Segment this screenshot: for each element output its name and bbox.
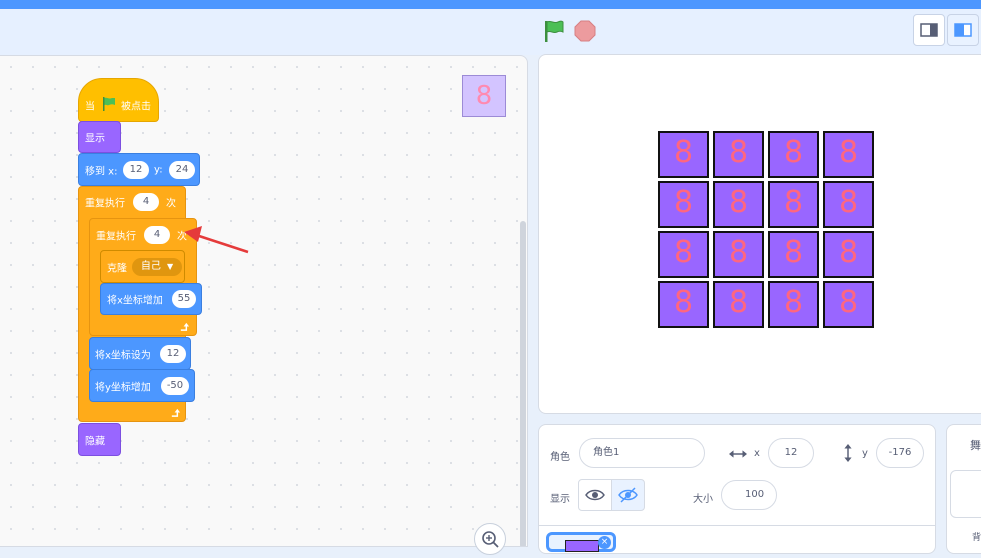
goto-y-input[interactable]: 24: [169, 160, 195, 179]
backdrop-label: 背: [972, 533, 981, 543]
stage-clone-cell: 8: [713, 181, 764, 228]
stage-clone-cell: 8: [768, 231, 819, 278]
sprite-list-thumbnail: [565, 540, 599, 552]
show-sprite-button[interactable]: [578, 479, 612, 511]
stage-clone-cell: 8: [768, 281, 819, 328]
x-position-icon: [729, 450, 747, 458]
size-field[interactable]: 100: [721, 480, 777, 510]
set-x-label: 将x坐标设为: [95, 350, 151, 361]
delete-sprite-button[interactable]: ×: [598, 536, 611, 549]
goto-label: 移到 x:: [85, 166, 118, 177]
show-block[interactable]: 显示: [78, 121, 121, 153]
goto-xy-block[interactable]: 移到 x: 12 y: 24: [78, 153, 200, 186]
when-flag-clicked-block[interactable]: 当 被点击: [78, 78, 159, 122]
green-flag-icon[interactable]: [542, 19, 566, 43]
create-clone-block[interactable]: 克隆 自己 ▼: [100, 250, 185, 283]
loop-arrow-icon: [171, 408, 181, 417]
goto-x-input[interactable]: 12: [123, 160, 149, 179]
repeat-inner-count[interactable]: 4: [144, 226, 170, 244]
repeat-outer-label: 重复执行: [85, 198, 125, 210]
repeat-inner-label: 重复执行: [96, 231, 136, 243]
repeat-outer-unit: 次: [166, 198, 176, 210]
goto-y-label: y:: [154, 164, 163, 175]
x-label: x: [754, 448, 760, 459]
stage-clone-cell: 8: [658, 231, 709, 278]
backdrop-thumbnail[interactable]: [950, 470, 981, 518]
stage-clone-cell: 8: [768, 181, 819, 228]
loop-arrow-icon: [180, 322, 190, 331]
stage-panel-title: 舞: [970, 439, 981, 452]
change-x-label: 将x坐标增加: [107, 295, 163, 307]
stage-clone-cell: 8: [658, 281, 709, 328]
stage-clone-cell: 8: [823, 281, 874, 328]
clone-label: 克隆: [107, 263, 127, 274]
change-x-block[interactable]: 将x坐标增加 55: [100, 283, 202, 315]
stage-clone-cell: 8: [823, 131, 874, 178]
zoom-in-icon: [482, 531, 499, 548]
x-position-field[interactable]: 12: [768, 438, 814, 468]
stage-clone-cell: 8: [823, 231, 874, 278]
eye-icon: [585, 489, 605, 501]
when-prefix: 当: [85, 101, 95, 113]
hide-sprite-button[interactable]: [611, 479, 645, 511]
workspace-scrollbar[interactable]: [520, 221, 526, 546]
size-label: 大小: [693, 494, 713, 505]
show-label: 显示: [550, 494, 570, 505]
change-y-label: 将y坐标增加: [95, 382, 151, 393]
clone-target-dropdown[interactable]: 自己 ▼: [132, 257, 182, 276]
change-y-block[interactable]: 将y坐标增加 -50: [89, 369, 195, 402]
large-stage-icon: [954, 23, 972, 37]
hide-block[interactable]: 隐藏: [78, 423, 121, 456]
chevron-down-icon: ▼: [167, 261, 174, 271]
when-suffix: 被点击: [121, 101, 151, 113]
small-stage-button[interactable]: [913, 14, 945, 46]
sprite-name-field[interactable]: 角色1: [579, 438, 705, 468]
set-x-block[interactable]: 将x坐标设为 12: [89, 337, 191, 370]
small-stage-icon: [920, 23, 938, 37]
stop-icon[interactable]: [574, 20, 596, 42]
y-position-field[interactable]: -176: [876, 438, 924, 468]
change-x-input[interactable]: 55: [172, 290, 196, 308]
show-label: 显示: [85, 133, 105, 145]
stage-clone-cell: 8: [823, 181, 874, 228]
y-position-icon: [844, 444, 852, 462]
repeat-outer-count[interactable]: 4: [133, 193, 159, 211]
change-y-input[interactable]: -50: [161, 376, 189, 395]
green-flag-icon: [103, 97, 115, 111]
set-x-input[interactable]: 12: [160, 344, 186, 363]
sprite-label: 角色: [550, 452, 570, 463]
stage-clone-cell: 8: [658, 131, 709, 178]
stage-clone-cell: 8: [713, 231, 764, 278]
annotation-arrow: [184, 226, 249, 254]
stage-clone-cell: 8: [768, 131, 819, 178]
stage-clone-cell: 8: [713, 281, 764, 328]
hide-label: 隐藏: [85, 436, 105, 447]
stage-clone-cell: 8: [658, 181, 709, 228]
eye-hidden-icon: [618, 487, 638, 503]
stage-header: [0, 9, 981, 55]
zoom-in-button[interactable]: [474, 523, 506, 555]
stage-clone-cell: 8: [713, 131, 764, 178]
panel-divider: [539, 525, 935, 526]
clone-target-value: 自己: [140, 260, 161, 272]
current-sprite-thumbnail: 8: [462, 75, 506, 117]
top-menu-bar: [0, 0, 981, 9]
large-stage-button[interactable]: [947, 14, 979, 46]
y-label: y: [862, 448, 868, 459]
